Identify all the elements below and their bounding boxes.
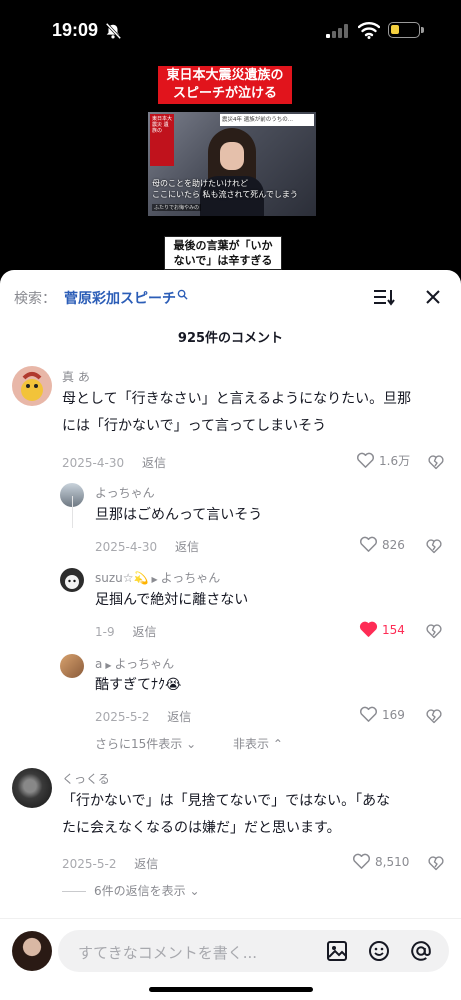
like-button[interactable]: 1.6万 <box>356 452 410 469</box>
comment-text: 旦那はごめんって言いそう <box>95 507 263 523</box>
avatar[interactable] <box>12 768 52 808</box>
like-button[interactable]: 8,510 <box>352 853 409 870</box>
comment-username[interactable]: くっくる <box>62 770 110 787</box>
person-face <box>220 142 244 170</box>
search-suggestion[interactable]: 検索： 菅原彩加スピーチ <box>14 286 188 310</box>
my-avatar[interactable] <box>12 931 52 971</box>
comment-text: 「行かないで」は「見捨てないで」ではない。「あな たに会えなくなるのは嫌だ」だと… <box>62 793 391 836</box>
like-count: 154 <box>382 622 405 637</box>
search-prefix: 検索： <box>14 291 56 307</box>
signal-icon <box>326 24 348 38</box>
view-replies[interactable]: 6件の返信を表示 ⌄ <box>62 882 200 899</box>
status-bar: 19:09 <box>0 0 461 62</box>
sort-icon[interactable] <box>373 288 395 306</box>
heart-icon <box>357 452 374 468</box>
avatar[interactable] <box>12 366 52 406</box>
comment-date: 1-9 <box>95 625 115 639</box>
reply-button[interactable]: 返信 <box>142 456 166 470</box>
comment-username[interactable]: よっちゃん <box>95 484 155 501</box>
comment-meta: 2025-5-2 返信 <box>95 708 191 725</box>
video-small-caption: ふたりでお悔やみの <box>152 204 202 211</box>
video-caption: 最後の言葉が「いか ないで」は辛すぎる <box>164 236 282 270</box>
like-button[interactable]: 169 <box>359 706 405 723</box>
reply-button[interactable]: 返信 <box>134 857 158 871</box>
comment-username[interactable]: suzu☆💫 ▶ よっちゃん <box>95 569 220 586</box>
comment-text: 母として「行きなさい」と言えるようになりたい。旦那 には「行かないで」って言って… <box>62 391 412 434</box>
divider-line <box>62 891 86 892</box>
news-headline: 震災4年 遺族が前のうちの... <box>220 114 314 126</box>
chevron-down-icon: ⌄ <box>182 737 197 751</box>
battery-icon <box>388 22 424 38</box>
bell-off-icon <box>105 22 122 40</box>
reply-button[interactable]: 返信 <box>175 540 199 554</box>
wifi-icon <box>358 22 380 39</box>
like-count: 8,510 <box>375 854 410 869</box>
comment-input[interactable]: すてきなコメントを書く... <box>58 930 449 972</box>
comment-username[interactable]: 真 あ <box>62 368 90 385</box>
comment-date: 2025-4-30 <box>62 456 125 470</box>
mention-icon[interactable] <box>410 940 432 962</box>
heart-filled-icon <box>360 621 377 637</box>
video-title-overlay: 東日本大震災遺族の スピーチが泣ける <box>158 66 292 104</box>
like-button[interactable]: 826 <box>359 536 405 553</box>
dislike-icon[interactable] <box>426 538 442 554</box>
like-count: 1.6万 <box>379 454 411 468</box>
comment-date: 2025-5-2 <box>95 710 150 724</box>
video-title-line2: スピーチが泣ける <box>172 86 277 101</box>
comment-meta: 2025-4-30 返信 <box>62 454 166 471</box>
reply-button[interactable]: 返信 <box>167 710 191 724</box>
like-count: 826 <box>382 537 405 552</box>
emoji-icon[interactable] <box>368 940 390 962</box>
reply-button[interactable]: 返信 <box>132 625 156 639</box>
comment-meta: 1-9 返信 <box>95 623 156 640</box>
dislike-icon[interactable] <box>426 623 442 639</box>
comment-text: 足掴んで絶対に離さない <box>95 592 249 608</box>
thread-line <box>72 496 73 528</box>
comment-date: 2025-5-2 <box>62 857 117 871</box>
heart-icon <box>360 536 377 552</box>
search-term-link[interactable]: 菅原彩加スピーチ <box>64 288 176 308</box>
image-icon[interactable] <box>326 940 348 962</box>
home-indicator <box>149 987 313 992</box>
video-player[interactable]: 東日本大震災遺族の スピーチが泣ける 東日本大震災 遺族の 震災4年 遺族が前の… <box>0 62 461 272</box>
search-icon <box>177 289 188 300</box>
comment-meta: 2025-5-2 返信 <box>62 855 158 872</box>
avatar[interactable] <box>60 568 84 592</box>
reply-arrow-icon: ▶ <box>151 575 158 584</box>
heart-icon <box>353 853 370 869</box>
comment-meta: 2025-4-30 返信 <box>95 538 199 555</box>
comment-input-bar: すてきなコメントを書く... <box>0 918 461 1000</box>
video-title-line1: 東日本大震災遺族の <box>166 68 284 83</box>
avatar[interactable] <box>60 654 84 678</box>
comment-text: 酷すぎてﾅｸ😭 <box>95 677 182 693</box>
status-time: 19:09 <box>52 20 99 40</box>
chevron-down-icon: ⌄ <box>185 884 200 898</box>
video-subtitle: 母のことを助けたいけれど ここにいたら 私も流されて死んでしまう <box>152 179 298 199</box>
like-button[interactable]: 154 <box>359 621 405 638</box>
comment-placeholder: すてきなコメントを書く... <box>78 944 258 962</box>
dislike-icon[interactable] <box>426 708 442 724</box>
comment-date: 2025-4-30 <box>95 540 158 554</box>
news-sideband: 東日本大震災 遺族の <box>150 114 174 166</box>
close-icon[interactable] <box>425 289 441 305</box>
reply-arrow-icon: ▶ <box>105 661 112 670</box>
comments-sheet: 検索： 菅原彩加スピーチ 925件のコメント 真 あ 母として「行きなさい」と言… <box>0 270 461 1000</box>
comment-username[interactable]: a ▶ よっちゃん <box>95 655 174 672</box>
comment-count: 925件のコメント <box>177 331 284 346</box>
dislike-icon[interactable] <box>428 454 444 470</box>
heart-icon <box>360 706 377 722</box>
chevron-up-icon: ⌃ <box>269 737 283 751</box>
video-frame: 東日本大震災 遺族の 震災4年 遺族が前のうちの... 母のことを助けたいけれど… <box>148 112 316 216</box>
like-count: 169 <box>382 707 405 722</box>
dislike-icon[interactable] <box>428 855 444 871</box>
hide-replies[interactable]: 非表示 ⌃ <box>233 735 283 752</box>
show-more-replies[interactable]: さらに15件表示 ⌄ <box>95 735 196 752</box>
